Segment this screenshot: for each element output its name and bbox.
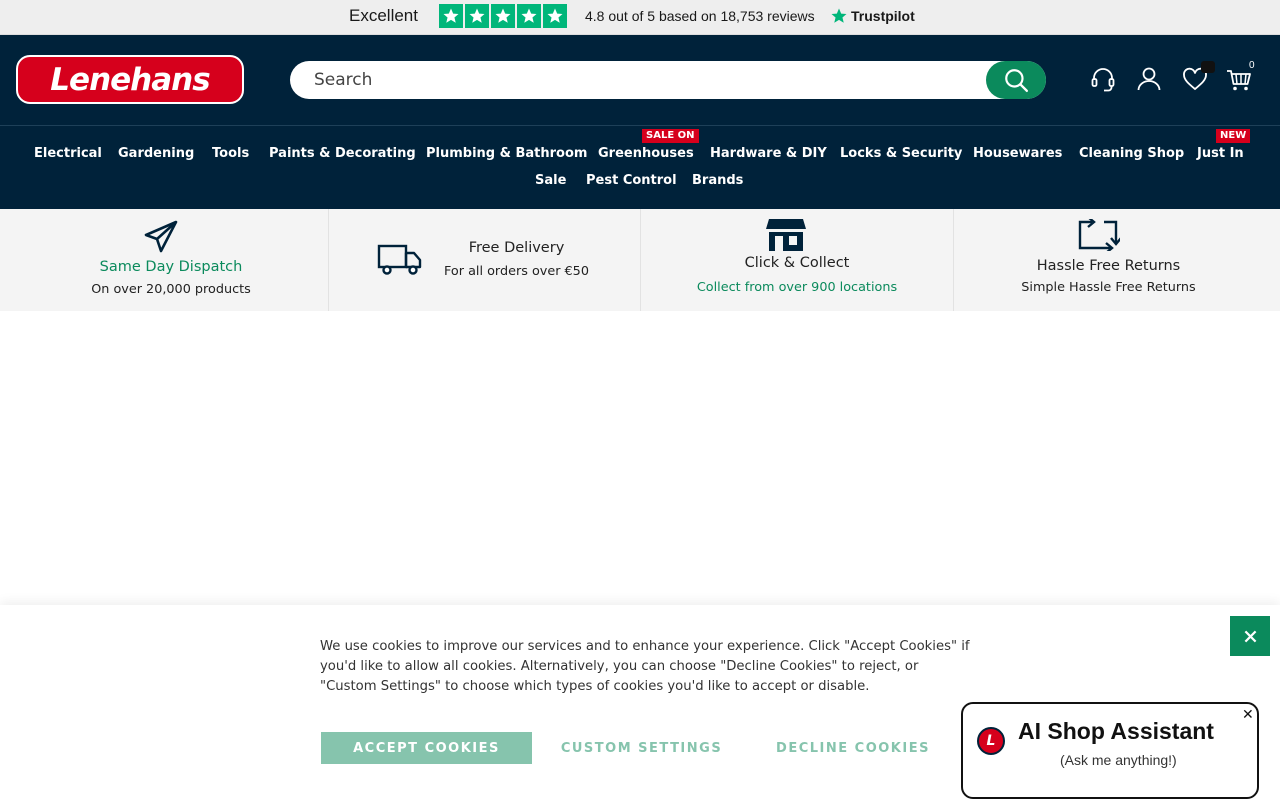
trustpilot-bar: Excellent 4.8 out of 5 based on 18,753 r… <box>0 0 1280 35</box>
new-badge: NEW <box>1216 129 1251 143</box>
trustpilot-stars <box>439 4 567 28</box>
usp-subtitle: On over 20,000 products <box>91 282 251 297</box>
nav-hardware-diy[interactable]: Hardware & DIY <box>710 146 827 161</box>
assistant-subtitle: (Ask me anything!) <box>1060 752 1177 768</box>
decline-cookies-button[interactable]: DECLINE COOKIES <box>766 732 940 764</box>
paper-plane-icon <box>144 220 178 253</box>
usp-title: Hassle Free Returns <box>1036 258 1181 274</box>
assistant-title: AI Shop Assistant <box>1018 718 1214 744</box>
trustpilot-logo[interactable]: Trustpilot <box>830 7 915 25</box>
usp-subtitle: Simple Hassle Free Returns <box>1021 280 1196 295</box>
nav-greenhouses[interactable]: Greenhouses <box>598 146 694 161</box>
cart-count: 0 <box>1249 60 1255 71</box>
trustpilot-star-icon <box>831 8 847 23</box>
cookie-close-button[interactable] <box>1230 616 1270 656</box>
usp-hassle-free-returns[interactable]: Hassle Free Returns Simple Hassle Free R… <box>954 209 1280 311</box>
nav-plumbing-bathroom[interactable]: Plumbing & Bathroom <box>426 146 587 161</box>
accept-cookies-button[interactable]: ACCEPT COOKIES <box>321 732 532 764</box>
usp-bar: Same Day Dispatch On over 20,000 product… <box>0 209 1280 311</box>
nav-just-in[interactable]: Just In <box>1197 146 1244 161</box>
customer-service-button[interactable] <box>1088 64 1118 94</box>
usp-free-delivery[interactable]: Free Delivery For all orders over €50 <box>329 209 641 311</box>
delivery-truck-icon <box>377 244 422 275</box>
headset-icon <box>1091 68 1115 92</box>
logo-text: Lenehans <box>50 61 210 98</box>
search-input[interactable] <box>314 61 974 99</box>
star-icon <box>543 4 567 28</box>
store-icon <box>766 219 806 251</box>
nav-brands[interactable]: Brands <box>692 173 743 188</box>
search-icon <box>1005 69 1029 93</box>
site-header: Lenehans 0 Electrical Gardening Tools Pa… <box>0 35 1280 209</box>
usp-subtitle: For all orders over €50 <box>444 264 589 279</box>
ai-shop-assistant-widget[interactable]: L AI Shop Assistant (Ask me anything!) ✕ <box>961 702 1259 799</box>
nav-pest-control[interactable]: Pest Control <box>586 173 677 188</box>
usp-title: Same Day Dispatch <box>99 259 243 275</box>
search-button[interactable] <box>986 61 1046 99</box>
search-bar <box>290 61 1046 99</box>
usp-same-day-dispatch[interactable]: Same Day Dispatch On over 20,000 product… <box>0 209 329 311</box>
trustpilot-excellent-label: Excellent <box>349 6 418 25</box>
usp-subtitle[interactable]: Collect from over 900 locations <box>641 280 953 295</box>
user-icon <box>1137 67 1161 91</box>
custom-settings-button[interactable]: CUSTOM SETTINGS <box>553 732 730 764</box>
star-icon <box>439 4 463 28</box>
nav-housewares[interactable]: Housewares <box>973 146 1062 161</box>
trustpilot-brand: Trustpilot <box>851 8 915 24</box>
usp-title: Free Delivery <box>468 240 565 256</box>
star-icon <box>491 4 515 28</box>
nav-tools[interactable]: Tools <box>212 146 249 161</box>
sale-on-badge: SALE ON <box>642 129 699 143</box>
nav-gardening[interactable]: Gardening <box>118 146 194 161</box>
assistant-logo-letter: L <box>986 733 996 749</box>
star-icon <box>465 4 489 28</box>
nav-electrical[interactable]: Electrical <box>34 146 102 161</box>
close-icon <box>1244 630 1256 642</box>
trustpilot-rating-text[interactable]: 4.8 out of 5 based on 18,753 reviews <box>585 8 815 24</box>
wishlist-badge <box>1201 61 1215 73</box>
star-icon <box>517 4 541 28</box>
account-button[interactable] <box>1134 64 1164 94</box>
usp-click-collect[interactable]: Click & Collect Collect from over 900 lo… <box>641 209 954 311</box>
nav-cleaning-shop[interactable]: Cleaning Shop <box>1079 146 1184 161</box>
header-divider <box>0 125 1280 126</box>
nav-sale[interactable]: Sale <box>535 173 566 188</box>
nav-paints-decorating[interactable]: Paints & Decorating <box>269 146 416 161</box>
nav-locks-security[interactable]: Locks & Security <box>840 146 962 161</box>
cookie-message: We use cookies to improve our services a… <box>320 639 970 694</box>
assistant-close-button[interactable]: ✕ <box>1242 707 1254 723</box>
assistant-logo-icon: L <box>977 727 1005 755</box>
usp-title: Click & Collect <box>744 255 850 271</box>
site-logo[interactable]: Lenehans <box>16 55 244 104</box>
returns-icon <box>1078 219 1120 251</box>
